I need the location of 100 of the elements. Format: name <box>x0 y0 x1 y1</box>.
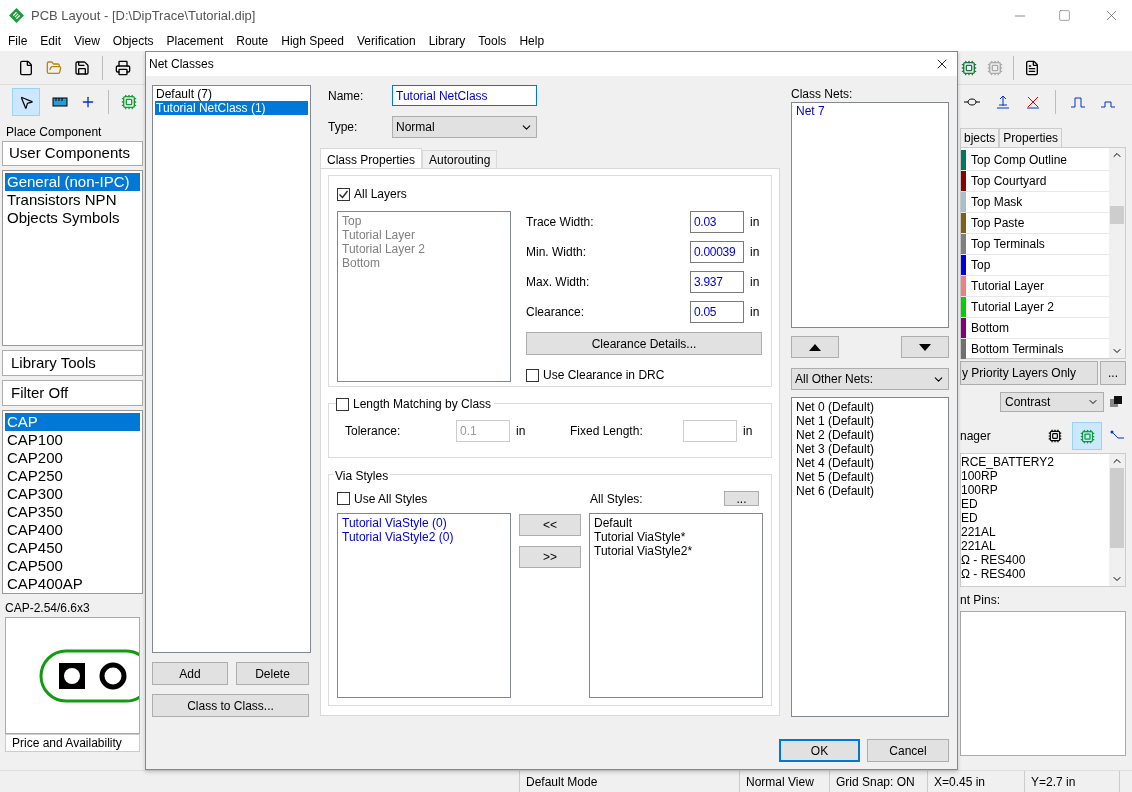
component-row[interactable]: Ω - RES400 <box>961 553 1109 567</box>
contrast-select[interactable]: Contrast <box>1000 392 1104 412</box>
panel-tab[interactable]: Properties <box>999 128 1063 147</box>
fixed-length-field[interactable] <box>683 419 737 442</box>
scrollbar[interactable] <box>1109 454 1125 586</box>
net-item[interactable]: Net 2 (Default) <box>796 428 948 442</box>
via-style-item[interactable]: Default <box>594 516 762 530</box>
net-item[interactable]: Net 0 (Default) <box>796 400 948 414</box>
layer-row[interactable]: Top Courtyard <box>961 171 1109 192</box>
component-mode-icon[interactable] <box>1072 422 1102 450</box>
move-up-button[interactable] <box>791 336 839 358</box>
component-row[interactable]: 221AL <box>961 525 1109 539</box>
width-field[interactable]: 0.03 <box>690 211 744 233</box>
ruler-icon[interactable] <box>52 96 68 108</box>
add-button[interactable]: Add <box>152 662 228 685</box>
cancel-button[interactable]: Cancel <box>867 739 949 762</box>
use-clearance-checkbox[interactable]: Use Clearance in DRC <box>526 366 762 384</box>
all-layers-checkbox[interactable]: All Layers <box>337 185 763 203</box>
library-button[interactable]: User Components <box>2 141 143 166</box>
chip-icon[interactable] <box>961 59 977 76</box>
scrollbar-thumb[interactable] <box>1110 468 1124 548</box>
maximize-icon[interactable] <box>1058 9 1071 22</box>
component-row[interactable]: ED <box>961 511 1109 525</box>
clearance-details-button[interactable]: Clearance Details... <box>526 332 762 355</box>
class-item[interactable]: Tutorial NetClass (1) <box>155 101 308 115</box>
ok-button[interactable]: OK <box>779 739 860 762</box>
cross-icon[interactable] <box>1025 94 1041 110</box>
component-item[interactable]: CAP <box>5 413 140 431</box>
type-select[interactable]: Normal <box>392 116 537 138</box>
via-icon[interactable] <box>995 94 1011 110</box>
net-filter-select[interactable]: All Other Nets: <box>791 368 949 390</box>
layer-row[interactable]: Top Paste <box>961 213 1109 234</box>
menu-item[interactable]: Route <box>236 32 269 50</box>
layer-row[interactable]: Tutorial Layer 2 <box>961 297 1109 318</box>
layer-row[interactable]: Top Terminals <box>961 234 1109 255</box>
component-row[interactable]: RCE_BATTERY2 <box>961 455 1109 469</box>
class-to-class-button[interactable]: Class to Class... <box>152 694 309 717</box>
more-button[interactable]: ... <box>1100 361 1126 385</box>
component-item[interactable]: CAP200 <box>5 449 140 467</box>
component-row[interactable]: 100RP <box>961 469 1109 483</box>
component-row[interactable]: Ω - RES400 <box>961 567 1109 581</box>
component-row[interactable]: ED <box>961 497 1109 511</box>
jumper-icon[interactable] <box>963 97 981 107</box>
category-item[interactable]: General (non-IPC) <box>5 173 140 191</box>
layers-icon[interactable] <box>1110 396 1122 408</box>
dialog-tab[interactable]: Autorouting <box>422 150 498 168</box>
net-item[interactable]: Net 5 (Default) <box>796 470 948 484</box>
via-style-item[interactable]: Tutorial ViaStyle2 (0) <box>342 530 510 544</box>
menu-item[interactable]: Tools <box>478 32 507 50</box>
priority-layers-button[interactable]: y Priority Layers Only <box>960 361 1098 385</box>
length-matching-checkbox[interactable]: Length Matching by Class <box>336 395 492 413</box>
more-button[interactable]: ... <box>724 491 759 506</box>
net-item[interactable]: Net 3 (Default) <box>796 442 948 456</box>
menu-item[interactable]: File <box>8 32 28 50</box>
new-file-icon[interactable] <box>18 59 34 76</box>
net-item[interactable]: Net 6 (Default) <box>796 484 948 498</box>
move-left-button[interactable]: << <box>519 514 581 536</box>
menu-item[interactable]: Library <box>428 32 466 50</box>
component-item[interactable]: CAP500 <box>5 557 140 575</box>
net-item[interactable]: Net 1 (Default) <box>796 414 948 428</box>
component-item[interactable]: CAP350 <box>5 503 140 521</box>
save-icon[interactable] <box>74 59 90 76</box>
class-item[interactable]: Default (7) <box>155 87 308 101</box>
layer-row[interactable]: Top Comp Outline <box>961 150 1109 171</box>
menu-item[interactable]: Help <box>519 32 545 50</box>
via-style-item[interactable]: Tutorial ViaStyle2* <box>594 544 762 558</box>
component-item[interactable]: CAP400 <box>5 521 140 539</box>
menu-item[interactable]: View <box>74 32 100 50</box>
width-field[interactable]: 0.05 <box>690 301 744 323</box>
layer-row[interactable]: Top Mask <box>961 192 1109 213</box>
menu-item[interactable]: Verification <box>356 32 416 50</box>
layer-row[interactable]: Top <box>961 255 1109 276</box>
menu-item[interactable]: Edit <box>40 32 62 50</box>
pulse-icon[interactable] <box>1070 95 1086 109</box>
pointer-tool-icon[interactable] <box>12 88 40 116</box>
menu-item[interactable]: Placement <box>166 32 224 50</box>
via-style-item[interactable]: Tutorial ViaStyle* <box>594 530 762 544</box>
chip-icon[interactable] <box>121 94 137 110</box>
layer-row[interactable]: Bottom Terminals <box>961 339 1109 360</box>
component-item[interactable]: CAP450 <box>5 539 140 557</box>
component-row[interactable]: 100RP <box>961 483 1109 497</box>
component-row[interactable]: 221AL <box>961 539 1109 553</box>
crosshair-icon[interactable] <box>80 94 96 110</box>
use-all-styles-checkbox[interactable]: Use All Styles <box>337 489 590 508</box>
connection-icon[interactable] <box>1110 430 1126 442</box>
chip-icon[interactable] <box>987 59 1003 76</box>
price-button[interactable]: Price and Availability <box>5 734 140 752</box>
library-tools-button[interactable]: Library Tools <box>2 350 143 376</box>
move-down-button[interactable] <box>901 336 949 358</box>
layer-row[interactable]: Tutorial Layer <box>961 276 1109 297</box>
net-item[interactable]: Net 4 (Default) <box>796 456 948 470</box>
width-field[interactable]: 0.00039 <box>690 241 744 263</box>
move-right-button[interactable]: >> <box>519 546 581 568</box>
menu-item[interactable]: High Speed <box>281 32 344 50</box>
layer-row[interactable]: Bottom <box>961 318 1109 339</box>
component-item[interactable]: CAP400AP <box>5 575 140 593</box>
scrollbar[interactable] <box>1109 148 1125 358</box>
dialog-tab[interactable]: Class Properties <box>320 148 423 168</box>
menu-item[interactable]: Objects <box>112 32 154 50</box>
component-item[interactable]: CAP300 <box>5 485 140 503</box>
